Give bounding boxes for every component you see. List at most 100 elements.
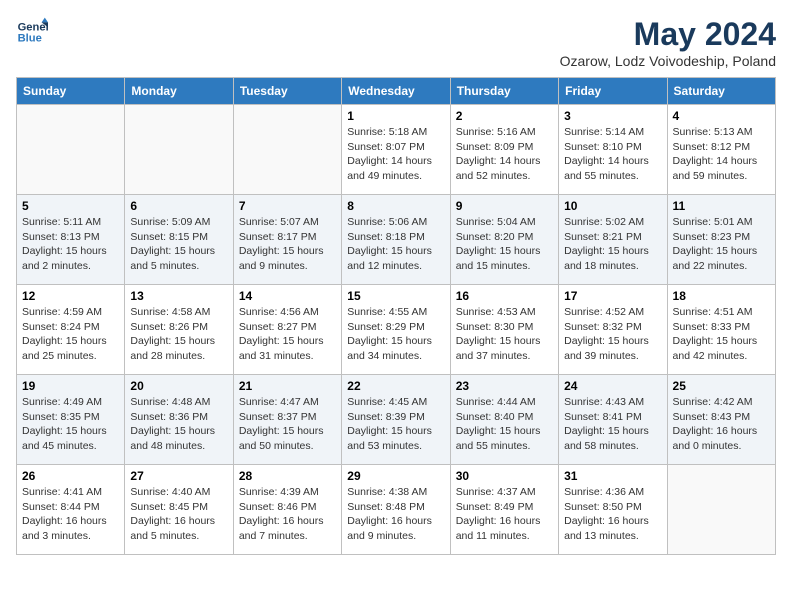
svg-text:Blue: Blue <box>18 33 42 45</box>
day-number: 19 <box>22 379 119 393</box>
calendar-cell: 19 Sunrise: 4:49 AM Sunset: 8:35 PM Dayli… <box>17 375 125 465</box>
calendar-cell: 6 Sunrise: 5:09 AM Sunset: 8:15 PM Daylig… <box>125 195 233 285</box>
calendar-cell: 31 Sunrise: 4:36 AM Sunset: 8:50 PM Dayli… <box>559 465 667 555</box>
day-info: Sunrise: 5:01 AM Sunset: 8:23 PM Dayligh… <box>673 215 770 274</box>
calendar-cell: 30Sunrise: 4:37 AM Sunset: 8:49 PM Dayli… <box>450 465 558 555</box>
month-title: May 2024 <box>560 16 776 53</box>
day-number: 15 <box>347 289 444 303</box>
day-info: Sunrise: 4:36 AM Sunset: 8:50 PM Dayligh… <box>564 485 661 544</box>
day-number: 1 <box>347 109 444 123</box>
calendar-cell: 16Sunrise: 4:53 AM Sunset: 8:30 PM Dayli… <box>450 285 558 375</box>
calendar-week-row: 12 Sunrise: 4:59 AM Sunset: 8:24 PM Dayli… <box>17 285 776 375</box>
day-number: 9 <box>456 199 553 213</box>
location-subtitle: Ozarow, Lodz Voivodeship, Poland <box>560 53 776 69</box>
calendar-cell: 23Sunrise: 4:44 AM Sunset: 8:40 PM Dayli… <box>450 375 558 465</box>
calendar-week-row: 19 Sunrise: 4:49 AM Sunset: 8:35 PM Dayli… <box>17 375 776 465</box>
calendar-cell: 9 Sunrise: 5:04 AM Sunset: 8:20 PM Daylig… <box>450 195 558 285</box>
day-number: 24 <box>564 379 661 393</box>
day-number: 23 <box>456 379 553 393</box>
day-header-saturday: Saturday <box>667 78 775 105</box>
calendar-cell: 28Sunrise: 4:39 AM Sunset: 8:46 PM Dayli… <box>233 465 341 555</box>
day-number: 18 <box>673 289 770 303</box>
day-number: 7 <box>239 199 336 213</box>
calendar-cell: 11Sunrise: 5:01 AM Sunset: 8:23 PM Dayli… <box>667 195 775 285</box>
calendar-week-row: 26Sunrise: 4:41 AM Sunset: 8:44 PM Dayli… <box>17 465 776 555</box>
day-info: Sunrise: 4:49 AM Sunset: 8:35 PM Dayligh… <box>22 395 119 454</box>
day-info: Sunrise: 5:06 AM Sunset: 8:18 PM Dayligh… <box>347 215 444 274</box>
day-info: Sunrise: 5:07 AM Sunset: 8:17 PM Dayligh… <box>239 215 336 274</box>
day-info: Sunrise: 4:59 AM Sunset: 8:24 PM Dayligh… <box>22 305 119 364</box>
calendar-cell: 17Sunrise: 4:52 AM Sunset: 8:32 PM Dayli… <box>559 285 667 375</box>
calendar-header-row: SundayMondayTuesdayWednesdayThursdayFrid… <box>17 78 776 105</box>
day-info: Sunrise: 4:58 AM Sunset: 8:26 PM Dayligh… <box>130 305 227 364</box>
day-header-wednesday: Wednesday <box>342 78 450 105</box>
calendar-cell: 26Sunrise: 4:41 AM Sunset: 8:44 PM Dayli… <box>17 465 125 555</box>
calendar-week-row: 1 Sunrise: 5:18 AM Sunset: 8:07 PM Daylig… <box>17 105 776 195</box>
calendar-cell: 7 Sunrise: 5:07 AM Sunset: 8:17 PM Daylig… <box>233 195 341 285</box>
calendar-cell: 12 Sunrise: 4:59 AM Sunset: 8:24 PM Dayli… <box>17 285 125 375</box>
day-info: Sunrise: 5:16 AM Sunset: 8:09 PM Dayligh… <box>456 125 553 184</box>
day-info: Sunrise: 5:09 AM Sunset: 8:15 PM Dayligh… <box>130 215 227 274</box>
day-number: 8 <box>347 199 444 213</box>
day-info: Sunrise: 4:56 AM Sunset: 8:27 PM Dayligh… <box>239 305 336 364</box>
day-header-monday: Monday <box>125 78 233 105</box>
calendar-cell <box>17 105 125 195</box>
day-header-thursday: Thursday <box>450 78 558 105</box>
day-number: 5 <box>22 199 119 213</box>
day-info: Sunrise: 4:45 AM Sunset: 8:39 PM Dayligh… <box>347 395 444 454</box>
day-number: 29 <box>347 469 444 483</box>
day-number: 3 <box>564 109 661 123</box>
logo: General Blue <box>16 16 48 48</box>
day-info: Sunrise: 5:04 AM Sunset: 8:20 PM Dayligh… <box>456 215 553 274</box>
calendar-cell: 25 Sunrise: 4:42 AM Sunset: 8:43 PM Dayli… <box>667 375 775 465</box>
day-number: 27 <box>130 469 227 483</box>
calendar-cell: 24Sunrise: 4:43 AM Sunset: 8:41 PM Dayli… <box>559 375 667 465</box>
calendar-table: SundayMondayTuesdayWednesdayThursdayFrid… <box>16 77 776 555</box>
day-number: 25 <box>673 379 770 393</box>
calendar-cell: 14 Sunrise: 4:56 AM Sunset: 8:27 PM Dayli… <box>233 285 341 375</box>
calendar-cell <box>667 465 775 555</box>
day-info: Sunrise: 4:41 AM Sunset: 8:44 PM Dayligh… <box>22 485 119 544</box>
calendar-cell: 2 Sunrise: 5:16 AM Sunset: 8:09 PM Daylig… <box>450 105 558 195</box>
day-number: 10 <box>564 199 661 213</box>
day-info: Sunrise: 5:14 AM Sunset: 8:10 PM Dayligh… <box>564 125 661 184</box>
day-number: 12 <box>22 289 119 303</box>
day-info: Sunrise: 4:53 AM Sunset: 8:30 PM Dayligh… <box>456 305 553 364</box>
day-info: Sunrise: 5:18 AM Sunset: 8:07 PM Dayligh… <box>347 125 444 184</box>
calendar-cell: 21Sunrise: 4:47 AM Sunset: 8:37 PM Dayli… <box>233 375 341 465</box>
calendar-cell: 27 Sunrise: 4:40 AM Sunset: 8:45 PM Dayli… <box>125 465 233 555</box>
title-block: May 2024 Ozarow, Lodz Voivodeship, Polan… <box>560 16 776 69</box>
day-info: Sunrise: 5:02 AM Sunset: 8:21 PM Dayligh… <box>564 215 661 274</box>
day-info: Sunrise: 4:48 AM Sunset: 8:36 PM Dayligh… <box>130 395 227 454</box>
day-info: Sunrise: 4:52 AM Sunset: 8:32 PM Dayligh… <box>564 305 661 364</box>
day-number: 13 <box>130 289 227 303</box>
calendar-cell: 4Sunrise: 5:13 AM Sunset: 8:12 PM Daylig… <box>667 105 775 195</box>
day-number: 2 <box>456 109 553 123</box>
calendar-cell: 8 Sunrise: 5:06 AM Sunset: 8:18 PM Daylig… <box>342 195 450 285</box>
calendar-cell: 22 Sunrise: 4:45 AM Sunset: 8:39 PM Dayli… <box>342 375 450 465</box>
calendar-cell: 13 Sunrise: 4:58 AM Sunset: 8:26 PM Dayli… <box>125 285 233 375</box>
day-info: Sunrise: 4:42 AM Sunset: 8:43 PM Dayligh… <box>673 395 770 454</box>
day-info: Sunrise: 4:39 AM Sunset: 8:46 PM Dayligh… <box>239 485 336 544</box>
calendar-body: 1 Sunrise: 5:18 AM Sunset: 8:07 PM Daylig… <box>17 105 776 555</box>
page-header: General Blue May 2024 Ozarow, Lodz Voivo… <box>16 16 776 69</box>
day-number: 20 <box>130 379 227 393</box>
calendar-cell: 15 Sunrise: 4:55 AM Sunset: 8:29 PM Dayli… <box>342 285 450 375</box>
day-number: 22 <box>347 379 444 393</box>
calendar-week-row: 5 Sunrise: 5:11 AM Sunset: 8:13 PM Daylig… <box>17 195 776 285</box>
calendar-cell <box>125 105 233 195</box>
calendar-cell: 18Sunrise: 4:51 AM Sunset: 8:33 PM Dayli… <box>667 285 775 375</box>
calendar-cell: 20 Sunrise: 4:48 AM Sunset: 8:36 PM Dayli… <box>125 375 233 465</box>
day-header-friday: Friday <box>559 78 667 105</box>
day-info: Sunrise: 5:11 AM Sunset: 8:13 PM Dayligh… <box>22 215 119 274</box>
day-info: Sunrise: 4:38 AM Sunset: 8:48 PM Dayligh… <box>347 485 444 544</box>
day-number: 6 <box>130 199 227 213</box>
day-info: Sunrise: 4:37 AM Sunset: 8:49 PM Dayligh… <box>456 485 553 544</box>
logo-icon: General Blue <box>16 16 48 48</box>
day-number: 14 <box>239 289 336 303</box>
day-info: Sunrise: 4:40 AM Sunset: 8:45 PM Dayligh… <box>130 485 227 544</box>
day-info: Sunrise: 4:47 AM Sunset: 8:37 PM Dayligh… <box>239 395 336 454</box>
day-info: Sunrise: 4:55 AM Sunset: 8:29 PM Dayligh… <box>347 305 444 364</box>
calendar-cell: 10 Sunrise: 5:02 AM Sunset: 8:21 PM Dayli… <box>559 195 667 285</box>
day-number: 31 <box>564 469 661 483</box>
